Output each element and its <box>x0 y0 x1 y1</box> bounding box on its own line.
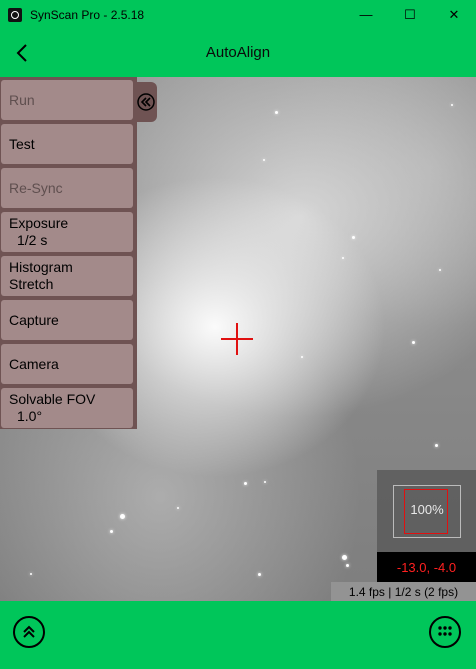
maximize-button[interactable]: ☐ <box>388 0 432 29</box>
resync-label: Re-Sync <box>9 179 63 196</box>
star <box>120 514 125 519</box>
app-header: AutoAlign <box>0 29 476 77</box>
star <box>342 257 344 259</box>
solvable-fov-button[interactable]: Solvable FOV 1.0° <box>1 388 133 428</box>
star <box>352 236 355 239</box>
test-button[interactable]: Test <box>1 124 133 164</box>
window-title: SynScan Pro - 2.5.18 <box>30 7 145 22</box>
star <box>263 159 265 161</box>
star <box>30 573 32 575</box>
star <box>412 341 415 344</box>
capture-label: Capture <box>9 311 59 328</box>
star <box>177 507 179 509</box>
solvable-fov-value: 1.0° <box>17 408 43 424</box>
star <box>435 444 438 447</box>
test-label: Test <box>9 135 35 152</box>
star <box>342 555 347 560</box>
close-button[interactable]: ✕ <box>432 0 476 29</box>
app-icon <box>8 7 22 22</box>
expand-up-button[interactable] <box>13 616 45 648</box>
run-button[interactable]: Run <box>1 80 133 120</box>
window-titlebar: SynScan Pro - 2.5.18 — ☐ ✕ <box>0 0 476 29</box>
zoom-preview[interactable]: 100% <box>377 470 476 552</box>
exposure-button[interactable]: Exposure 1/2 s <box>1 212 133 252</box>
capture-button[interactable]: Capture <box>1 300 133 340</box>
double-chevron-left-icon <box>137 93 155 111</box>
star <box>110 530 113 533</box>
exposure-label: Exposure <box>9 215 69 231</box>
star <box>275 111 278 114</box>
crosshair <box>221 323 253 355</box>
solvable-fov-label: Solvable FOV <box>9 391 96 407</box>
star <box>451 104 453 106</box>
camera-button[interactable]: Camera <box>1 344 133 384</box>
exposure-value: 1/2 s <box>17 232 48 248</box>
page-title: AutoAlign <box>205 44 271 61</box>
fps-status: 1.4 fps | 1/2 s (2 fps) <box>331 582 476 601</box>
run-label: Run <box>9 91 35 108</box>
minimize-button[interactable]: — <box>344 0 388 29</box>
side-menu: Run Test Re-Sync Exposure 1/2 s Histogra… <box>0 77 137 429</box>
camera-label: Camera <box>9 355 59 372</box>
double-chevron-up-icon <box>23 625 35 638</box>
cursor-coordinates: -13.0, -4.0 <box>377 552 476 582</box>
bottom-bar <box>0 601 476 669</box>
collapse-menu-button[interactable] <box>135 82 157 122</box>
stretch-label: Stretch <box>9 276 54 292</box>
star <box>301 356 303 358</box>
grid-menu-icon <box>438 626 452 636</box>
histogram-label: Histogram <box>9 259 73 275</box>
grid-menu-button[interactable] <box>429 616 461 648</box>
star <box>346 564 349 567</box>
star <box>264 481 266 483</box>
histogram-stretch-button[interactable]: Histogram Stretch <box>1 256 133 296</box>
resync-button[interactable]: Re-Sync <box>1 168 133 208</box>
star <box>439 269 441 271</box>
star <box>258 573 261 576</box>
window-controls: — ☐ ✕ <box>344 0 476 29</box>
zoom-label: 100% <box>410 502 444 517</box>
star <box>244 482 247 485</box>
